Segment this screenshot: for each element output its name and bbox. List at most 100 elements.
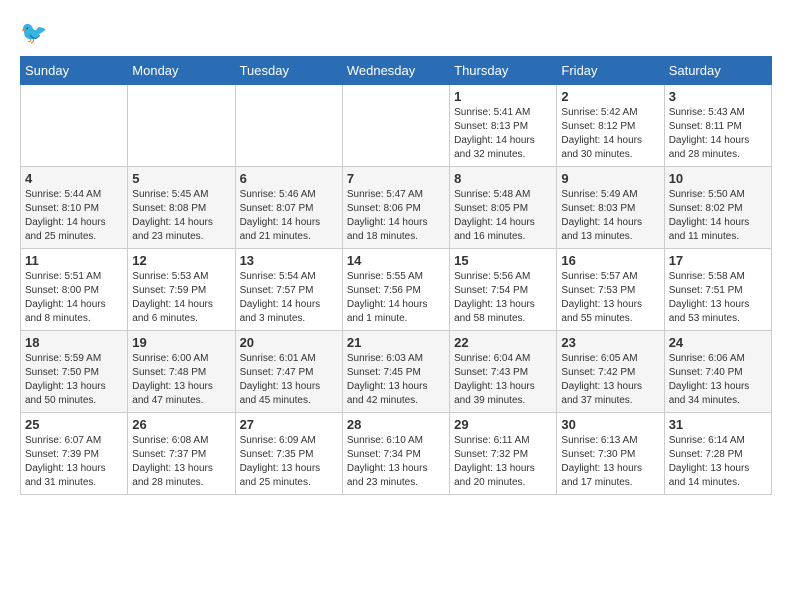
- calendar-cell: 16 Sunrise: 5:57 AM Sunset: 7:53 PM Dayli…: [557, 249, 664, 331]
- day-info: Sunrise: 5:57 AM Sunset: 7:53 PM Dayligh…: [561, 270, 659, 326]
- day-number: 28: [347, 417, 445, 432]
- day-number: 4: [25, 171, 123, 186]
- calendar-cell: 1Sunrise: 5:41 AM Sunset: 8:13 PM Daylig…: [450, 85, 557, 167]
- logo: 🐦: [20, 20, 47, 46]
- calendar-cell: 12Sunrise: 5:53 AM Sunset: 7:59 PM Dayli…: [128, 249, 235, 331]
- calendar-cell: 29Sunrise: 6:11 AM Sunset: 7:32 PM Dayli…: [450, 413, 557, 495]
- day-info: Sunrise: 5:47 AM Sunset: 8:06 PM Dayligh…: [347, 188, 445, 244]
- day-number: 23: [561, 335, 659, 350]
- calendar-cell: 21 Sunrise: 6:03 AM Sunset: 7:45 PM Dayli…: [342, 331, 449, 413]
- day-number: 31: [669, 417, 767, 432]
- calendar-cell: 3Sunrise: 5:43 AM Sunset: 8:11 PM Daylig…: [664, 85, 771, 167]
- day-number: 16: [561, 253, 659, 268]
- day-number: 19: [132, 335, 230, 350]
- calendar-cell: 5 Sunrise: 5:45 AM Sunset: 8:08 PM Daylig…: [128, 167, 235, 249]
- weekday-header-saturday: Saturday: [664, 57, 771, 85]
- calendar-week-row: 11 Sunrise: 5:51 AM Sunset: 8:00 PM Dayli…: [21, 249, 772, 331]
- calendar-cell: 19 Sunrise: 6:00 AM Sunset: 7:48 PM Dayli…: [128, 331, 235, 413]
- day-info: Sunrise: 5:50 AM Sunset: 8:02 PM Dayligh…: [669, 188, 767, 244]
- calendar-cell: 18 Sunrise: 5:59 AM Sunset: 7:50 PM Dayli…: [21, 331, 128, 413]
- calendar-week-row: 18 Sunrise: 5:59 AM Sunset: 7:50 PM Dayli…: [21, 331, 772, 413]
- day-info: Sunrise: 5:55 AM Sunset: 7:56 PM Dayligh…: [347, 270, 445, 326]
- calendar-cell: 9 Sunrise: 5:49 AM Sunset: 8:03 PM Daylig…: [557, 167, 664, 249]
- day-info: Sunrise: 5:43 AM Sunset: 8:11 PM Dayligh…: [669, 106, 767, 162]
- calendar-cell: 4 Sunrise: 5:44 AM Sunset: 8:10 PM Daylig…: [21, 167, 128, 249]
- calendar-cell: 15 Sunrise: 5:56 AM Sunset: 7:54 PM Dayli…: [450, 249, 557, 331]
- day-number: 18: [25, 335, 123, 350]
- calendar-table: SundayMondayTuesdayWednesdayThursdayFrid…: [20, 56, 772, 495]
- day-info: Sunrise: 6:06 AM Sunset: 7:40 PM Dayligh…: [669, 352, 767, 408]
- logo-bird-icon: 🐦: [20, 20, 47, 46]
- day-info: Sunrise: 5:48 AM Sunset: 8:05 PM Dayligh…: [454, 188, 552, 244]
- day-info: Sunrise: 5:49 AM Sunset: 8:03 PM Dayligh…: [561, 188, 659, 244]
- day-info: Sunrise: 6:09 AM Sunset: 7:35 PM Dayligh…: [240, 434, 338, 490]
- calendar-cell: 13 Sunrise: 5:54 AM Sunset: 7:57 PM Dayli…: [235, 249, 342, 331]
- day-info: Sunrise: 5:44 AM Sunset: 8:10 PM Dayligh…: [25, 188, 123, 244]
- day-info: Sunrise: 6:04 AM Sunset: 7:43 PM Dayligh…: [454, 352, 552, 408]
- day-number: 9: [561, 171, 659, 186]
- day-number: 14: [347, 253, 445, 268]
- calendar-cell: 7 Sunrise: 5:47 AM Sunset: 8:06 PM Daylig…: [342, 167, 449, 249]
- day-number: 5: [132, 171, 230, 186]
- calendar-cell: 10 Sunrise: 5:50 AM Sunset: 8:02 PM Dayli…: [664, 167, 771, 249]
- day-number: 20: [240, 335, 338, 350]
- day-number: 15: [454, 253, 552, 268]
- calendar-cell: 14 Sunrise: 5:55 AM Sunset: 7:56 PM Dayli…: [342, 249, 449, 331]
- day-number: 13: [240, 253, 338, 268]
- day-number: 11: [25, 253, 123, 268]
- day-info: Sunrise: 5:54 AM Sunset: 7:57 PM Dayligh…: [240, 270, 338, 326]
- day-number: 10: [669, 171, 767, 186]
- calendar-cell: 22 Sunrise: 6:04 AM Sunset: 7:43 PM Dayli…: [450, 331, 557, 413]
- weekday-header-tuesday: Tuesday: [235, 57, 342, 85]
- day-info: Sunrise: 5:51 AM Sunset: 8:00 PM Dayligh…: [25, 270, 123, 326]
- day-info: Sunrise: 5:45 AM Sunset: 8:08 PM Dayligh…: [132, 188, 230, 244]
- day-info: Sunrise: 6:01 AM Sunset: 7:47 PM Dayligh…: [240, 352, 338, 408]
- calendar-cell: 24 Sunrise: 6:06 AM Sunset: 7:40 PM Dayli…: [664, 331, 771, 413]
- day-number: 21: [347, 335, 445, 350]
- day-info: Sunrise: 6:07 AM Sunset: 7:39 PM Dayligh…: [25, 434, 123, 490]
- calendar-cell: [21, 85, 128, 167]
- day-number: 2: [561, 89, 659, 104]
- day-info: Sunrise: 6:08 AM Sunset: 7:37 PM Dayligh…: [132, 434, 230, 490]
- calendar-week-row: 4 Sunrise: 5:44 AM Sunset: 8:10 PM Daylig…: [21, 167, 772, 249]
- calendar-cell: 17Sunrise: 5:58 AM Sunset: 7:51 PM Dayli…: [664, 249, 771, 331]
- day-info: Sunrise: 6:14 AM Sunset: 7:28 PM Dayligh…: [669, 434, 767, 490]
- day-number: 6: [240, 171, 338, 186]
- calendar-cell: 25 Sunrise: 6:07 AM Sunset: 7:39 PM Dayli…: [21, 413, 128, 495]
- weekday-header-thursday: Thursday: [450, 57, 557, 85]
- calendar-cell: [128, 85, 235, 167]
- day-info: Sunrise: 5:59 AM Sunset: 7:50 PM Dayligh…: [25, 352, 123, 408]
- day-number: 27: [240, 417, 338, 432]
- day-number: 8: [454, 171, 552, 186]
- calendar-cell: 20 Sunrise: 6:01 AM Sunset: 7:47 PM Dayli…: [235, 331, 342, 413]
- calendar-cell: 27 Sunrise: 6:09 AM Sunset: 7:35 PM Dayli…: [235, 413, 342, 495]
- calendar-cell: 2Sunrise: 5:42 AM Sunset: 8:12 PM Daylig…: [557, 85, 664, 167]
- calendar-cell: 23 Sunrise: 6:05 AM Sunset: 7:42 PM Dayli…: [557, 331, 664, 413]
- day-info: Sunrise: 6:11 AM Sunset: 7:32 PM Dayligh…: [454, 434, 552, 490]
- calendar-cell: [342, 85, 449, 167]
- day-number: 22: [454, 335, 552, 350]
- day-info: Sunrise: 6:05 AM Sunset: 7:42 PM Dayligh…: [561, 352, 659, 408]
- day-number: 12: [132, 253, 230, 268]
- day-info: Sunrise: 6:00 AM Sunset: 7:48 PM Dayligh…: [132, 352, 230, 408]
- day-info: Sunrise: 6:13 AM Sunset: 7:30 PM Dayligh…: [561, 434, 659, 490]
- weekday-header-sunday: Sunday: [21, 57, 128, 85]
- calendar-cell: 8 Sunrise: 5:48 AM Sunset: 8:05 PM Daylig…: [450, 167, 557, 249]
- weekday-header-friday: Friday: [557, 57, 664, 85]
- day-info: Sunrise: 5:41 AM Sunset: 8:13 PM Dayligh…: [454, 106, 552, 162]
- weekday-header-monday: Monday: [128, 57, 235, 85]
- day-number: 24: [669, 335, 767, 350]
- calendar-cell: 26Sunrise: 6:08 AM Sunset: 7:37 PM Dayli…: [128, 413, 235, 495]
- calendar-cell: [235, 85, 342, 167]
- calendar-cell: 11 Sunrise: 5:51 AM Sunset: 8:00 PM Dayli…: [21, 249, 128, 331]
- day-number: 7: [347, 171, 445, 186]
- calendar-cell: 6Sunrise: 5:46 AM Sunset: 8:07 PM Daylig…: [235, 167, 342, 249]
- calendar-cell: 30Sunrise: 6:13 AM Sunset: 7:30 PM Dayli…: [557, 413, 664, 495]
- calendar-cell: 31 Sunrise: 6:14 AM Sunset: 7:28 PM Dayli…: [664, 413, 771, 495]
- calendar-week-row: 1Sunrise: 5:41 AM Sunset: 8:13 PM Daylig…: [21, 85, 772, 167]
- day-info: Sunrise: 5:58 AM Sunset: 7:51 PM Dayligh…: [669, 270, 767, 326]
- day-info: Sunrise: 6:03 AM Sunset: 7:45 PM Dayligh…: [347, 352, 445, 408]
- day-number: 25: [25, 417, 123, 432]
- page-header: 🐦: [20, 20, 772, 46]
- day-info: Sunrise: 5:56 AM Sunset: 7:54 PM Dayligh…: [454, 270, 552, 326]
